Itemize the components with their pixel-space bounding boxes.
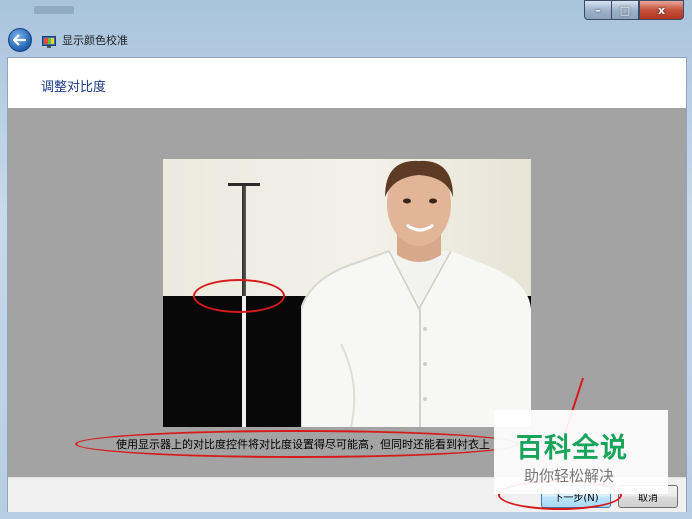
page-title: 调整对比度 xyxy=(41,80,107,95)
minimize-button[interactable]: – xyxy=(584,0,611,20)
title-bar: – □ x xyxy=(0,0,692,30)
caption-buttons: – □ x xyxy=(584,0,684,20)
close-button[interactable]: x xyxy=(639,0,684,20)
dialog-window: – □ x 显示颜色校准 调整对比度 使用显示器上的对比度控件将对比度设置得尽可… xyxy=(0,0,692,519)
navigation-row: 显示颜色校准 xyxy=(8,28,128,52)
window-title: 显示颜色校准 xyxy=(62,34,128,47)
watermark-slogan: 助你轻松解决 xyxy=(524,467,615,485)
watermark-overlay: 百科全说 助你轻松解决 xyxy=(494,410,668,494)
blurred-title xyxy=(34,6,74,14)
annotation-circle-pole xyxy=(193,279,285,313)
back-arrow-icon[interactable] xyxy=(8,28,32,52)
man-in-white-shirt xyxy=(301,160,531,427)
page-header: 调整对比度 xyxy=(8,58,686,108)
photo-pole-white xyxy=(242,296,246,427)
annotation-circle-instruction xyxy=(75,430,519,458)
maximize-button[interactable]: □ xyxy=(611,0,639,20)
photo-pole-cap xyxy=(228,183,260,186)
watermark-brand: 百科全说 xyxy=(516,433,628,464)
monitor-icon xyxy=(42,34,56,48)
